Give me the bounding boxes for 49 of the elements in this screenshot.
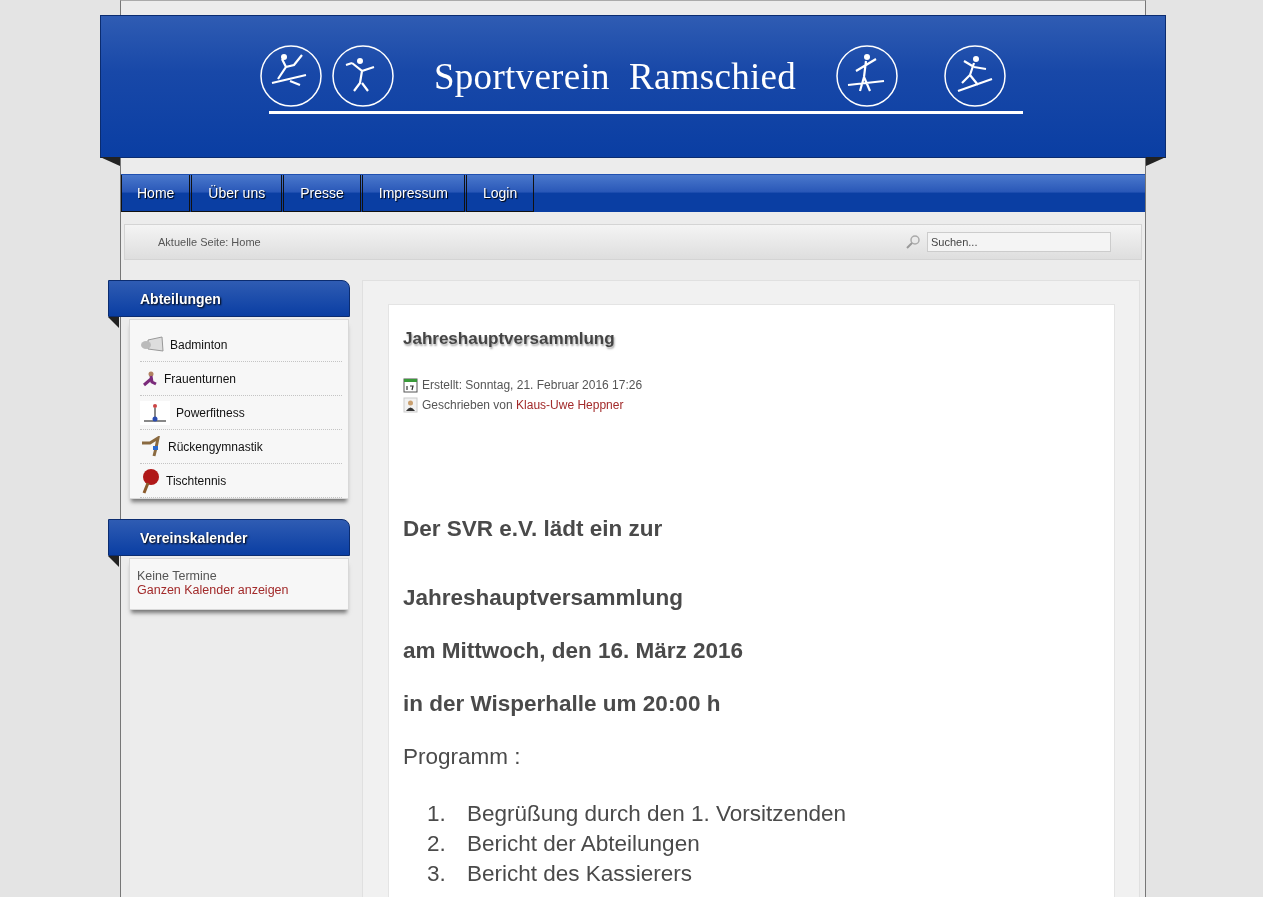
department-label[interactable]: Rückengymnastik [168,439,263,454]
article-heading: in der Wisperhalle um 20:00 h [403,691,722,717]
department-label[interactable]: Tischtennis [166,473,227,488]
department-label[interactable]: Frauenturnen [164,371,237,386]
department-label[interactable]: Powerfitness [176,405,245,420]
nav-tab[interactable]: Impressum [361,175,465,212]
department-link[interactable]: Tischtennis [140,464,342,498]
created-date: Erstellt: Sonntag, 21. Februar 2016 17:26 [422,378,643,392]
nav-tab[interactable]: Login [466,175,535,212]
department-link[interactable]: Badminton [140,328,342,362]
author-line: Geschrieben von Klaus-Uwe Heppner [422,398,624,412]
department-link[interactable]: Powerfitness [140,396,342,430]
agenda-item: Bericht der Abteilungen [467,830,700,858]
article-title: Jahreshauptversammlung [403,329,616,349]
department-link[interactable]: Frauenturnen [140,362,342,396]
calendar-message: Keine Termine [137,569,218,583]
department-label[interactable]: Badminton [170,337,228,352]
user-icon [403,397,418,413]
article-heading: Der SVR e.V. lädt ein zur [403,516,664,542]
module-header: Abteilungen [108,280,350,317]
athlete-emblem-icon [944,45,1007,107]
search-field[interactable]: Suchen... [927,232,1111,252]
department-link[interactable]: Rückengymnastik [140,430,342,464]
shuttlecock-icon [140,335,164,354]
stretch-exercise-icon [140,435,162,458]
athlete-emblem-icon [836,45,899,107]
breadcrumb: Aktuelle Seite: Home [158,236,262,248]
calendar-icon [403,377,418,393]
calendar-link[interactable]: Ganzen Kalender anzeigen [137,583,341,597]
program-label: Programm : [403,744,522,770]
agenda-item: Begrüßung durch den 1. Vorsitzenden [467,800,846,828]
article-heading: Jahreshauptversammlung [403,585,685,611]
author-link[interactable]: Klaus-Uwe Heppner [516,398,624,412]
agenda-item: Bericht des Kassierers [467,860,693,888]
athlete-emblem-icon [331,45,394,107]
nav-tab[interactable]: Über uns [191,175,283,212]
nav-tab[interactable]: Presse [283,175,361,212]
nav-tab[interactable]: Home [121,175,191,212]
list-number: 3. [427,860,447,888]
site-title: Sportverein Ramschied [433,54,797,98]
search-icon [905,235,921,249]
fitness-icon [140,400,170,425]
table-tennis-paddle-icon [140,467,160,494]
article-heading: am Mittwoch, den 16. März 2016 [403,638,745,664]
module-header: Vereinskalender [108,519,350,556]
list-number: 1. [427,800,447,828]
gymnast-icon [140,369,158,388]
list-number: 2. [427,830,447,858]
athlete-emblem-icon [259,45,322,107]
